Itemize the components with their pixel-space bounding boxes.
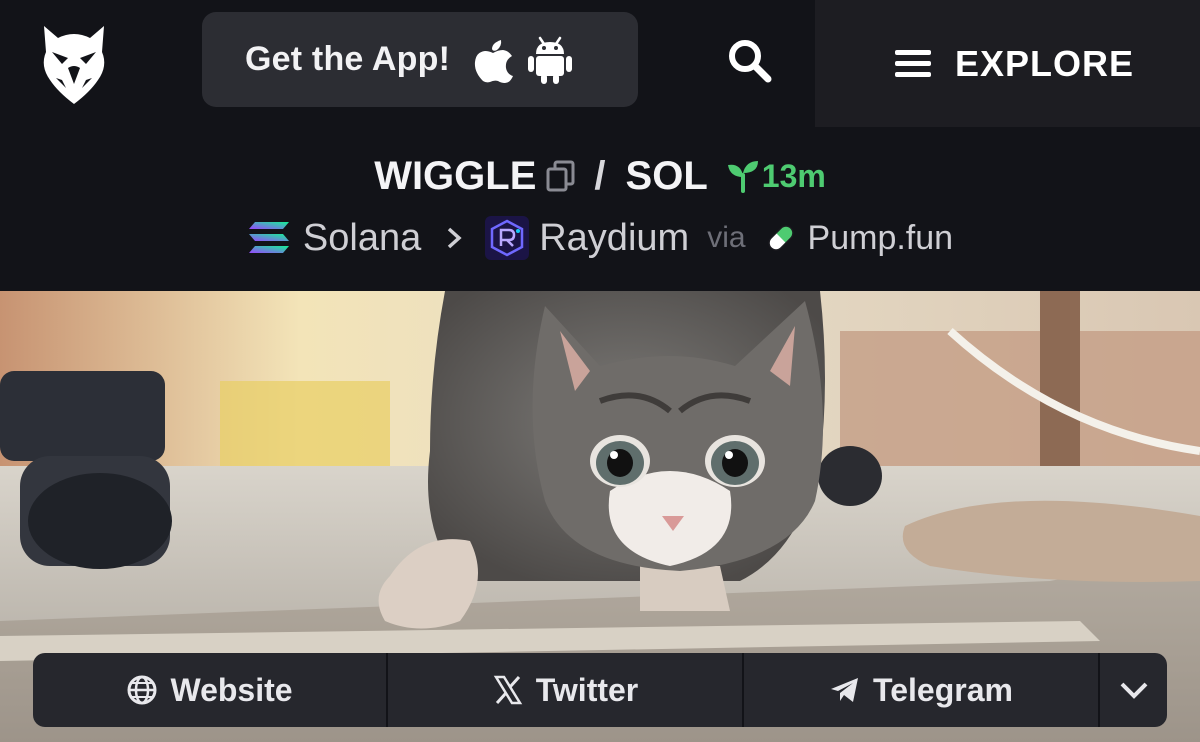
dex-link[interactable]: Raydium bbox=[539, 217, 689, 260]
telegram-button[interactable]: Telegram bbox=[744, 653, 1100, 727]
chevron-right-icon bbox=[448, 227, 462, 249]
social-links-bar: Website Twitter Telegram bbox=[33, 653, 1167, 727]
apple-icon bbox=[475, 39, 514, 83]
menu-icon bbox=[895, 49, 931, 78]
twitter-label: Twitter bbox=[535, 671, 639, 708]
pair-title: WIGGLE / SOL 13m bbox=[0, 148, 1200, 204]
telegram-label: Telegram bbox=[873, 671, 1013, 708]
android-icon bbox=[528, 36, 573, 84]
get-the-app-label: Get the App! bbox=[245, 40, 451, 78]
eagle-logo-icon[interactable] bbox=[38, 22, 110, 106]
sprout-icon bbox=[727, 161, 758, 193]
chain-link[interactable]: Solana bbox=[303, 217, 421, 260]
solana-icon bbox=[248, 222, 289, 253]
explore-menu-button[interactable]: EXPLORE bbox=[815, 0, 1200, 127]
launchpad-link[interactable]: Pump.fun bbox=[808, 219, 954, 258]
explore-label: EXPLORE bbox=[955, 42, 1135, 84]
website-label: Website bbox=[170, 671, 293, 708]
x-logo-icon bbox=[493, 675, 522, 705]
via-label: via bbox=[707, 221, 746, 254]
globe-icon bbox=[127, 675, 157, 705]
search-icon[interactable] bbox=[727, 38, 773, 84]
quote-token-symbol: SOL bbox=[625, 153, 708, 198]
telegram-icon bbox=[831, 678, 859, 702]
base-token-symbol: WIGGLE bbox=[374, 153, 537, 198]
breadcrumb: Solana Raydium via Pump.fun bbox=[0, 212, 1200, 264]
website-button[interactable]: Website bbox=[33, 653, 388, 727]
twitter-button[interactable]: Twitter bbox=[388, 653, 744, 727]
raydium-icon bbox=[485, 216, 530, 260]
more-links-button[interactable] bbox=[1100, 653, 1167, 727]
pair-age: 13m bbox=[761, 157, 826, 194]
get-the-app-button[interactable]: Get the App! bbox=[202, 12, 638, 107]
top-navigation-bar: Get the App! EXPLORE bbox=[0, 0, 1200, 127]
copy-icon[interactable] bbox=[546, 160, 576, 192]
pair-separator: / bbox=[594, 153, 606, 198]
pill-icon bbox=[767, 225, 794, 251]
chevron-down-icon bbox=[1120, 682, 1147, 699]
